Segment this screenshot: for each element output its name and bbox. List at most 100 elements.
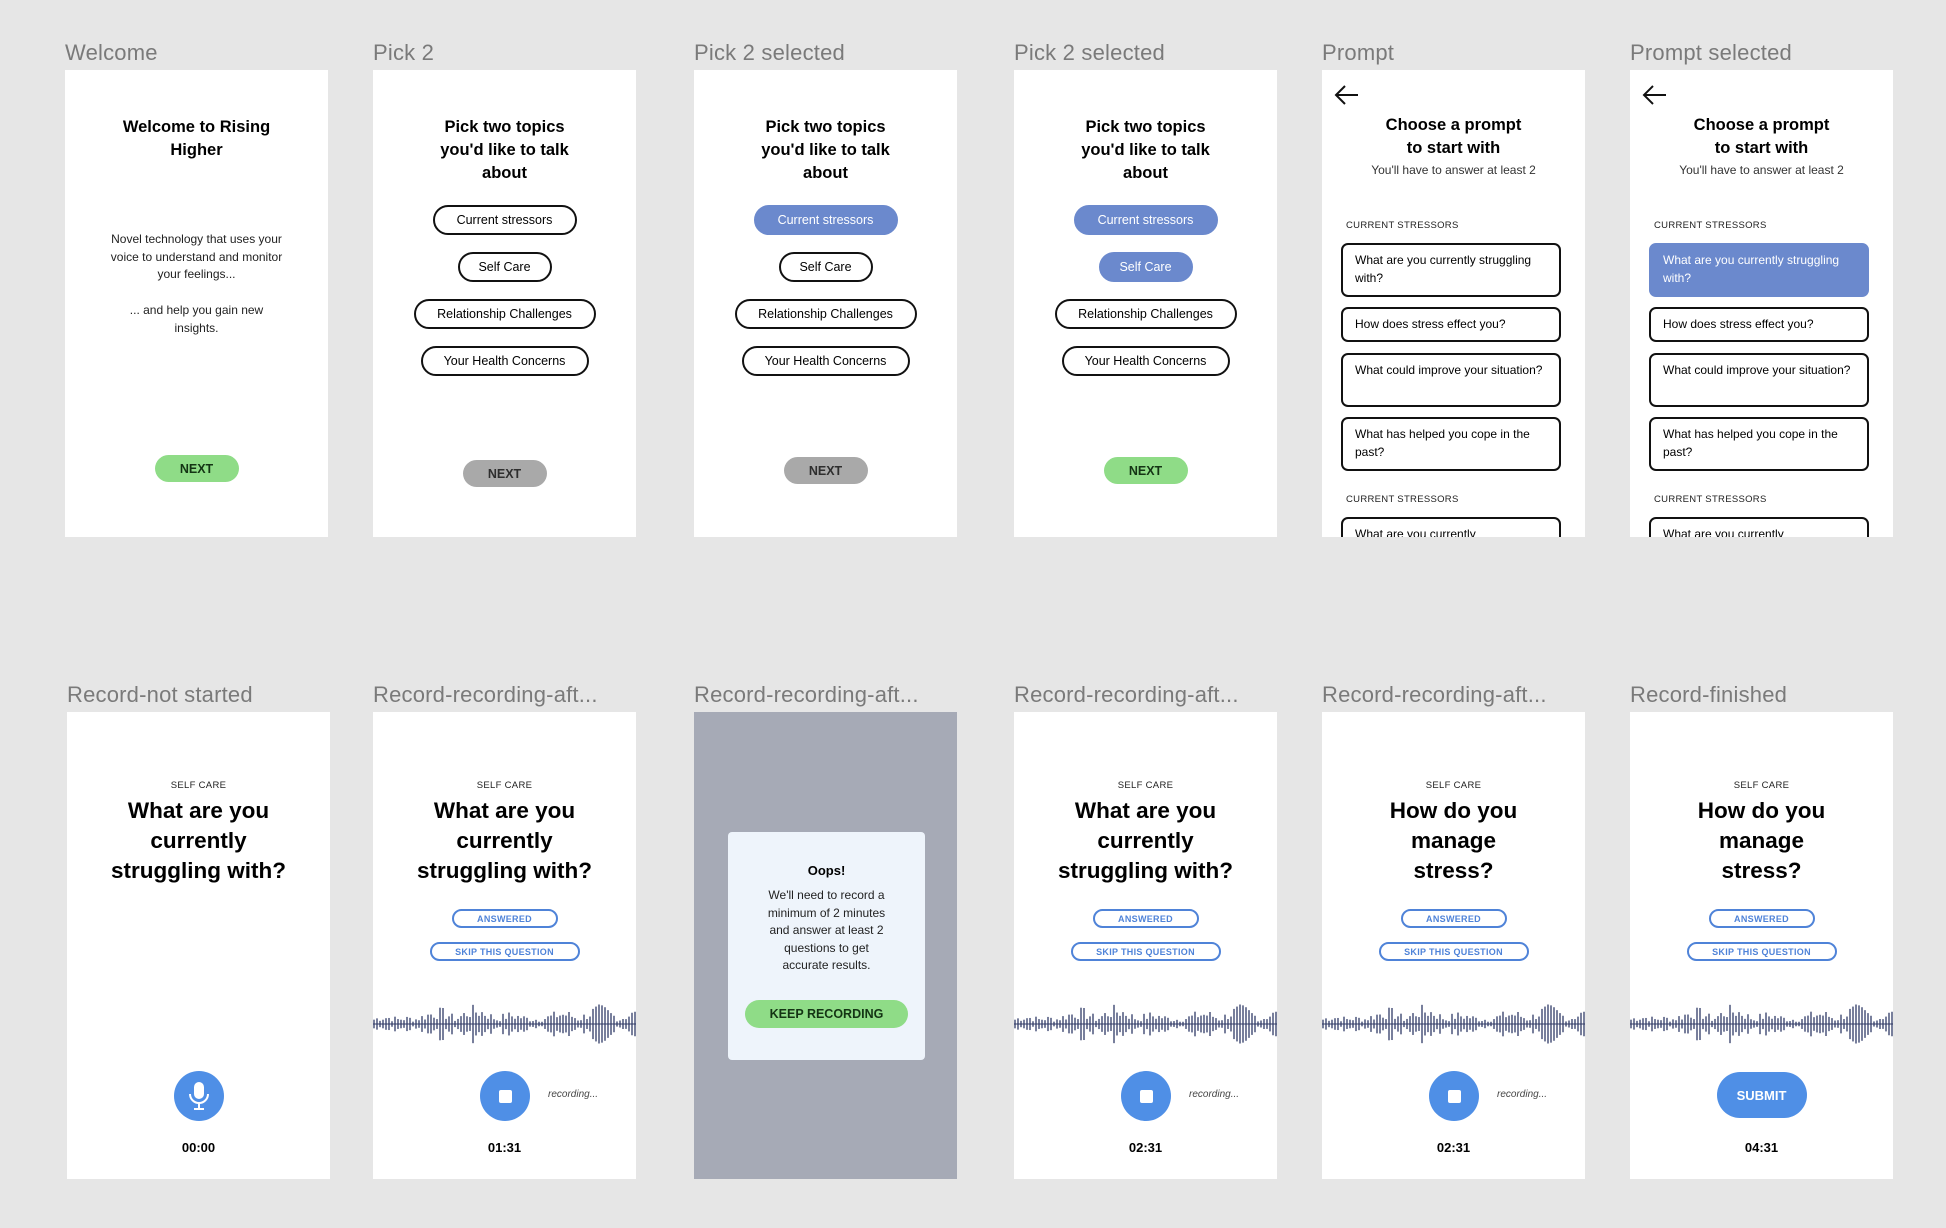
timer: 00:00 xyxy=(181,1140,216,1155)
stop-icon xyxy=(1139,1089,1153,1103)
pick-title: Pick two topics you'd like to talk about xyxy=(1081,118,1210,182)
microphone-button[interactable] xyxy=(174,1071,224,1121)
timer: 01:31 xyxy=(487,1140,522,1155)
frame-label-pick2: Pick 2 xyxy=(373,40,435,65)
question-text: What are you currently struggling with? xyxy=(111,798,286,883)
frame-label-welcome: Welcome xyxy=(65,40,158,65)
submit-button[interactable]: SUBMIT xyxy=(1716,1072,1807,1118)
topic-relationship-challenges[interactable]: Relationship Challenges xyxy=(734,299,917,329)
prompt-title: Choose a prompt to start with xyxy=(1693,116,1830,157)
recording-status: recording... xyxy=(1497,1089,1548,1100)
frame-label-pick2-selected-a: Pick 2 selected xyxy=(694,40,845,65)
question-category: SELF CARE xyxy=(1117,780,1174,791)
answered-badge[interactable]: ANSWERED xyxy=(1092,909,1199,928)
screen-prompt-selected: Choose a prompt to start with You'll hav… xyxy=(1630,70,1893,537)
stop-button[interactable] xyxy=(1121,1071,1171,1121)
pick-title: Pick two topics you'd like to talk about xyxy=(440,118,569,182)
prompt-card[interactable]: What could improve your situation? xyxy=(1341,353,1561,407)
skip-question-button[interactable]: SKIP THIS QUESTION xyxy=(1378,942,1529,961)
prompt-card-partial[interactable]: What are you currently xyxy=(1341,517,1561,537)
screen-recording-3: SELF CARE How do you manage stress? ANSW… xyxy=(1322,712,1585,1179)
topic-relationship-challenges[interactable]: Relationship Challenges xyxy=(413,299,596,329)
topic-current-stressors-selected[interactable]: Current stressors xyxy=(1073,205,1218,235)
frame-label-record-recording-4: Record-recording-aft... xyxy=(1322,682,1547,707)
welcome-body-2: ... and help you gain new insights. xyxy=(129,303,264,335)
recording-status: recording... xyxy=(1189,1089,1240,1100)
timer: 04:31 xyxy=(1744,1140,1779,1155)
recording-status: recording... xyxy=(548,1089,599,1100)
prompt-card[interactable]: What has helped you cope in the past? xyxy=(1649,417,1869,471)
prompt-card-partial[interactable]: What are you currently xyxy=(1649,517,1869,537)
topic-health-concerns[interactable]: Your Health Concerns xyxy=(420,346,589,376)
stop-button[interactable] xyxy=(1429,1071,1479,1121)
microphone-icon xyxy=(189,1082,209,1110)
screen-record-finished: SELF CARE How do you manage stress? ANSW… xyxy=(1630,712,1893,1179)
waveform xyxy=(1014,1004,1277,1044)
stop-button[interactable] xyxy=(480,1071,530,1121)
next-button[interactable]: NEXT xyxy=(154,455,239,482)
prompt-card[interactable]: What has helped you cope in the past? xyxy=(1341,417,1561,471)
question-category: SELF CARE xyxy=(1425,780,1482,791)
topic-relationship-challenges[interactable]: Relationship Challenges xyxy=(1054,299,1237,329)
frame-label-record-recording-2: Record-recording-aft... xyxy=(694,682,919,707)
pick-title: Pick two topics you'd like to talk about xyxy=(761,118,890,182)
screen-recording-modal: Oops! We'll need to record a minimum of … xyxy=(694,712,957,1179)
section-heading: CURRENT STRESSORS xyxy=(1346,494,1459,505)
question-text: How do you manage stress? xyxy=(1389,798,1518,883)
frame-label-record-recording-3: Record-recording-aft... xyxy=(1014,682,1239,707)
question-text: What are you currently struggling with? xyxy=(1058,798,1233,883)
answered-badge[interactable]: ANSWERED xyxy=(1400,909,1507,928)
topic-self-care[interactable]: Self Care xyxy=(457,252,552,282)
screen-record-not-started: SELF CARE What are you currently struggl… xyxy=(67,712,330,1179)
frame-label-pick2-selected-b: Pick 2 selected xyxy=(1014,40,1165,65)
waveform xyxy=(373,1004,636,1044)
frame-label-record-finished: Record-finished xyxy=(1630,682,1788,707)
answered-badge[interactable]: ANSWERED xyxy=(1708,909,1815,928)
next-button[interactable]: NEXT xyxy=(1103,457,1188,484)
next-button-disabled[interactable]: NEXT xyxy=(462,460,547,487)
question-category: SELF CARE xyxy=(1733,780,1790,791)
section-heading: CURRENT STRESSORS xyxy=(1654,220,1767,231)
answered-badge[interactable]: ANSWERED xyxy=(451,909,558,928)
screen-recording-2: SELF CARE What are you currently struggl… xyxy=(1014,712,1277,1179)
next-button-disabled[interactable]: NEXT xyxy=(783,457,868,484)
question-category: SELF CARE xyxy=(476,780,533,791)
skip-question-button[interactable]: SKIP THIS QUESTION xyxy=(1070,942,1221,961)
timer: 02:31 xyxy=(1128,1140,1163,1155)
topic-current-stressors-selected[interactable]: Current stressors xyxy=(753,205,898,235)
prompt-title: Choose a prompt to start with xyxy=(1385,116,1522,157)
question-text: How do you manage stress? xyxy=(1697,798,1826,883)
prompt-card[interactable]: What are you currently struggling with? xyxy=(1341,243,1561,297)
frame-label-prompt-selected: Prompt selected xyxy=(1630,40,1792,65)
frame-label-record-not-started: Record-not started xyxy=(67,682,253,707)
back-arrow-icon[interactable] xyxy=(1642,82,1668,108)
prompt-card[interactable]: How does stress effect you? xyxy=(1341,307,1561,342)
section-heading: CURRENT STRESSORS xyxy=(1654,494,1767,505)
welcome-title: Welcome to Rising Higher xyxy=(122,118,271,159)
back-arrow-icon[interactable] xyxy=(1334,82,1360,108)
topic-self-care-selected[interactable]: Self Care xyxy=(1098,252,1193,282)
skip-question-button[interactable]: SKIP THIS QUESTION xyxy=(1686,942,1837,961)
prompt-card-selected[interactable]: What are you currently struggling with? xyxy=(1649,243,1869,297)
dialog-body: We'll need to record a minimum of 2 minu… xyxy=(767,888,886,972)
stop-icon xyxy=(1447,1089,1461,1103)
screen-recording-1: SELF CARE What are you currently struggl… xyxy=(373,712,636,1179)
prompt-subtitle: You'll have to answer at least 2 xyxy=(1679,163,1844,177)
waveform xyxy=(1630,1004,1893,1044)
frame-label-prompt: Prompt xyxy=(1322,40,1395,65)
stop-icon xyxy=(498,1089,512,1103)
question-text: What are you currently struggling with? xyxy=(417,798,592,883)
section-heading: CURRENT STRESSORS xyxy=(1346,220,1459,231)
topic-health-concerns[interactable]: Your Health Concerns xyxy=(741,346,910,376)
topic-health-concerns[interactable]: Your Health Concerns xyxy=(1061,346,1230,376)
prompt-card[interactable]: How does stress effect you? xyxy=(1649,307,1869,342)
timer: 02:31 xyxy=(1436,1140,1471,1155)
screen-pick2-selected-two: Pick two topics you'd like to talk about… xyxy=(1014,70,1277,537)
topic-self-care[interactable]: Self Care xyxy=(778,252,873,282)
skip-question-button[interactable]: SKIP THIS QUESTION xyxy=(429,942,580,961)
frame-label-record-recording-1: Record-recording-aft... xyxy=(373,682,598,707)
question-category: SELF CARE xyxy=(170,780,227,791)
prompt-card[interactable]: What could improve your situation? xyxy=(1649,353,1869,407)
topic-current-stressors[interactable]: Current stressors xyxy=(432,205,577,235)
keep-recording-button[interactable]: KEEP RECORDING xyxy=(745,1000,908,1028)
